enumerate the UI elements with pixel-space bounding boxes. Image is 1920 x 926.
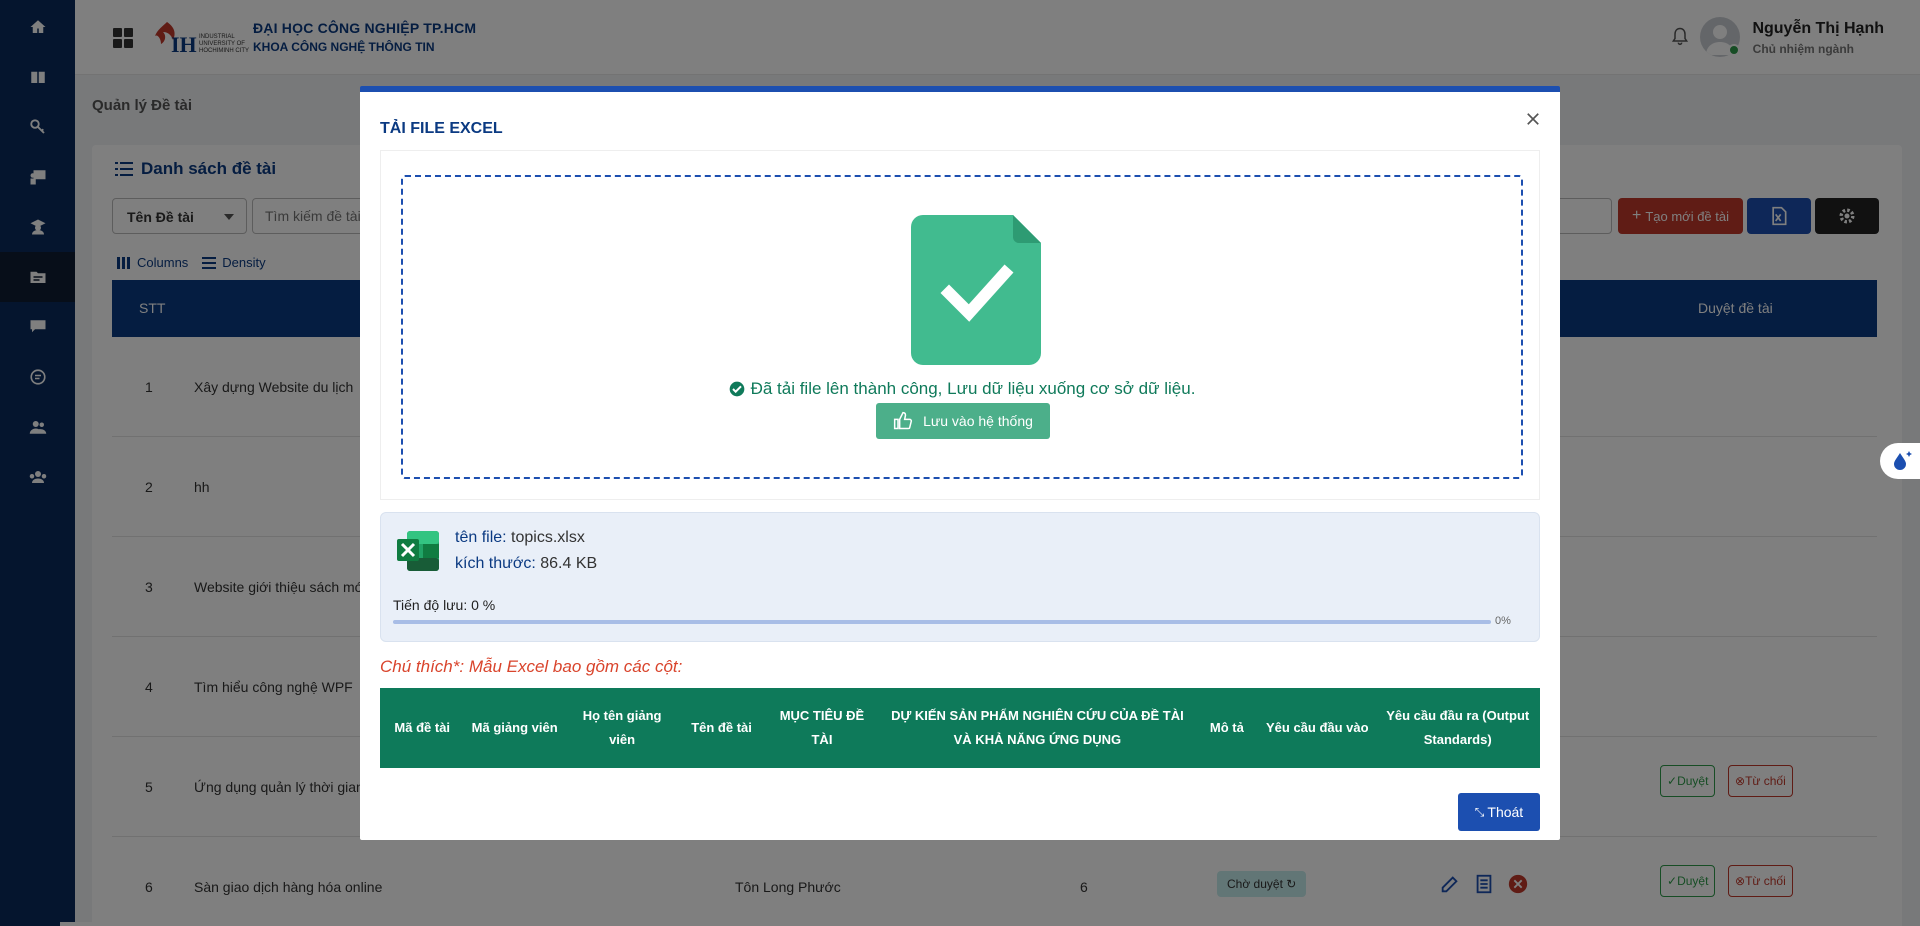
collapse-icon: ⤡	[1474, 804, 1485, 819]
sample-column-header: Yêu cầu đầu ra (Output Standards)	[1386, 708, 1530, 747]
save-progress-percent: 0%	[1495, 615, 1511, 627]
sample-column-header: Yêu cầu đầu vào	[1265, 720, 1369, 735]
sample-column-header: Mã giảng viên	[471, 720, 558, 735]
file-name-value: topics.xlsx	[511, 529, 585, 546]
template-note: Chú thích*: Mẫu Excel bao gồm các cột:	[380, 657, 683, 676]
floating-assistant-button[interactable]	[1880, 443, 1920, 479]
water-drop-icon	[1894, 451, 1912, 470]
file-name-label: tên file:	[455, 529, 507, 546]
upload-dropzone[interactable]: Đã tải file lên thành công, Lưu dữ liệu …	[401, 175, 1523, 479]
upload-success-text: Đã tải file lên thành công, Lưu dữ liệu …	[750, 379, 1196, 398]
file-size-value: 86.4 KB	[540, 555, 598, 572]
file-size-line: kích thước: 86.4 KB	[455, 555, 597, 573]
save-progress-text: Tiến độ lưu: 0 %	[393, 597, 496, 613]
exit-button[interactable]: ⤡ Thoát	[1458, 793, 1540, 831]
save-progress-bar	[393, 620, 1491, 624]
close-icon[interactable]	[1524, 110, 1542, 128]
upload-success-message: Đã tải file lên thành công, Lưu dữ liệu …	[403, 379, 1521, 399]
check-circle-icon	[729, 381, 744, 397]
modal-title: TẢI FILE EXCEL	[380, 120, 503, 137]
save-to-system-label: Lưu vào hệ thống	[923, 413, 1033, 429]
upload-dropzone-card: Đã tải file lên thành công, Lưu dữ liệu …	[380, 150, 1540, 500]
save-to-system-button[interactable]: Lưu vào hệ thống	[876, 403, 1050, 439]
sample-columns-table: Mã đề tài Mã giảng viên Họ tên giảng viên T…	[380, 688, 1540, 768]
sample-column-header: Mô tả	[1209, 720, 1244, 735]
sample-column-header: Mã đề tài	[394, 720, 451, 735]
sample-column-header: DỰ KIẾN SẢN PHẨM NGHIÊN CỨU CỦA ĐỀ TÀI V…	[891, 708, 1184, 747]
file-success-icon	[911, 215, 1041, 365]
sample-column-header: Họ tên giảng viên	[582, 708, 662, 747]
file-name-line: tên file: topics.xlsx	[455, 529, 585, 547]
file-info-panel: tên file: topics.xlsx kích thước: 86.4 K…	[380, 512, 1540, 642]
file-size-label: kích thước:	[455, 555, 536, 572]
excel-icon	[397, 531, 439, 571]
exit-label: Thoát	[1487, 804, 1524, 820]
sample-column-header: MỤC TIÊU ĐỀ TÀI	[779, 708, 865, 747]
upload-excel-modal: TẢI FILE EXCEL Đã tải file lên thành côn…	[360, 86, 1560, 840]
thumbs-up-icon	[894, 411, 913, 430]
sample-column-header: Tên đề tài	[691, 720, 752, 735]
